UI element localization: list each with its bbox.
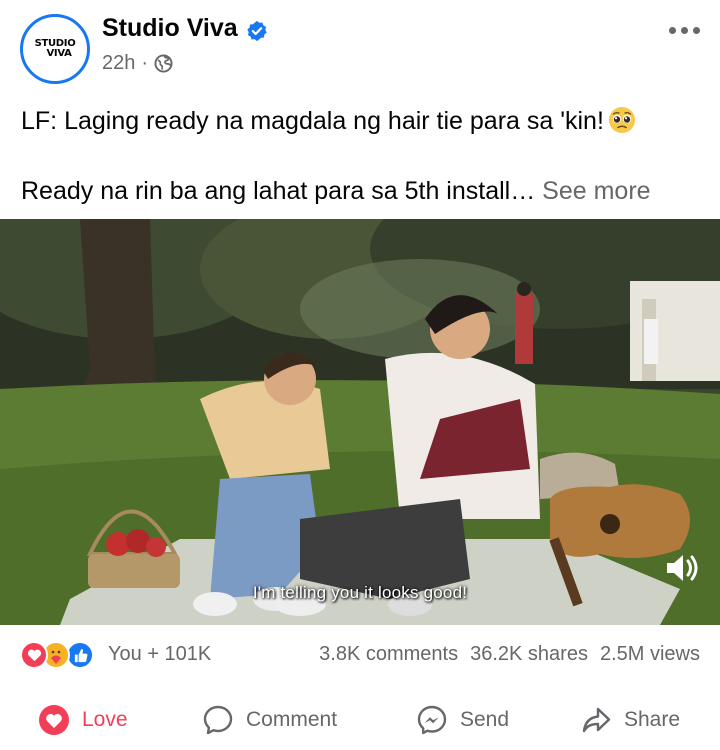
love-icon xyxy=(39,705,69,735)
meta-separator: · xyxy=(141,52,149,74)
comment-button[interactable]: Comment xyxy=(202,700,337,740)
pleading-face-emoji-icon xyxy=(608,107,635,133)
video-subtitle: I'm telling you it looks good! xyxy=(252,583,468,602)
messenger-icon xyxy=(417,705,447,735)
post-caption: LF: Laging ready na magdala ng hair tie … xyxy=(21,104,701,208)
comment-label: Comment xyxy=(246,708,338,731)
caption-line-2: Ready na rin ba ang lahat para sa 5th in… xyxy=(21,174,701,208)
logo-line-2: VIVA xyxy=(46,48,72,59)
video-frame xyxy=(0,219,720,625)
page-name[interactable]: Studio Viva xyxy=(102,14,238,43)
reaction-summary[interactable] xyxy=(20,641,104,669)
like-reaction-icon xyxy=(66,641,94,669)
caption-line-1: LF: Laging ready na magdala ng hair tie … xyxy=(21,104,701,138)
post-header: STUDIO VIVA Studio Viva 22h · xyxy=(0,0,720,96)
comment-count[interactable]: 3.8K comments xyxy=(319,643,458,666)
caption-text-2: Ready na rin ba ang lahat para sa 5th in… xyxy=(21,177,536,205)
dot-icon xyxy=(692,26,700,34)
love-button[interactable]: Love xyxy=(38,700,128,740)
share-button[interactable]: Share xyxy=(580,700,680,740)
video-player[interactable] xyxy=(0,219,720,625)
dot-icon xyxy=(668,26,676,34)
see-more-link[interactable]: See more xyxy=(542,177,650,205)
love-label: Love xyxy=(82,708,128,731)
globe-icon xyxy=(154,54,173,73)
verified-badge-icon xyxy=(247,20,267,42)
love-reaction-icon xyxy=(20,641,48,669)
engagement-counts: 3.8K comments 36.2K shares 2.5M views xyxy=(319,643,700,666)
post-meta: 22h · xyxy=(102,52,173,75)
volume-icon[interactable] xyxy=(664,551,700,585)
reactor-count[interactable]: You + 101K xyxy=(108,643,211,666)
share-icon xyxy=(582,707,611,733)
send-label: Send xyxy=(460,708,510,731)
more-options-button[interactable] xyxy=(666,20,702,40)
caption-text-1: LF: Laging ready na magdala ng hair tie … xyxy=(21,107,604,135)
send-button[interactable]: Send xyxy=(416,700,509,740)
page-avatar[interactable]: STUDIO VIVA xyxy=(20,14,90,84)
dot-icon xyxy=(680,26,688,34)
view-count[interactable]: 2.5M views xyxy=(600,643,700,666)
action-bar: Love Comment Send Share xyxy=(0,690,720,750)
share-count[interactable]: 36.2K shares xyxy=(470,643,588,666)
share-label: Share xyxy=(624,708,681,731)
post-time[interactable]: 22h xyxy=(102,52,135,75)
page-logo: STUDIO VIVA xyxy=(24,18,86,80)
engagement-stats: You + 101K 3.8K comments 36.2K shares 2.… xyxy=(0,632,720,676)
comment-icon xyxy=(203,705,233,735)
